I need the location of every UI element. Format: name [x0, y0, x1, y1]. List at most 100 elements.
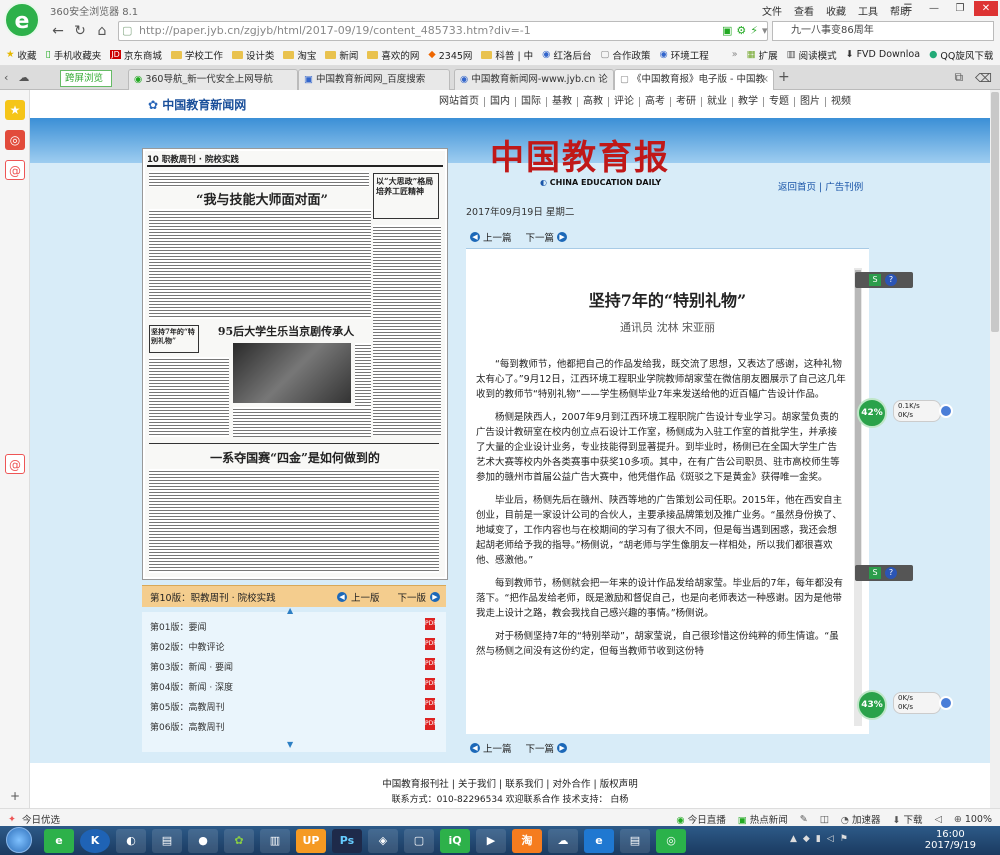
nav-home[interactable]: 网站首页 — [434, 97, 484, 107]
edition-link[interactable]: 第02版：中教评论 — [150, 640, 224, 653]
settings-icon[interactable]: ⚙ — [736, 24, 746, 37]
bookmark-qq[interactable]: ● QQ旋风下载 — [929, 48, 993, 62]
notepad-icon[interactable]: ▥ — [260, 829, 290, 853]
edition-link[interactable]: 第05版：高教周刊 — [150, 700, 224, 713]
leaf-icon[interactable]: ✿ — [224, 829, 254, 853]
edition-link[interactable]: 第01版：要闻 — [150, 620, 206, 633]
ie-icon[interactable]: e — [584, 829, 614, 853]
scroll-up-icon[interactable]: ▲ — [287, 606, 293, 615]
nav-video[interactable]: 视频 — [825, 97, 856, 107]
prev-edition-icon[interactable]: ◀ — [336, 591, 347, 602]
tab-scroll-left-icon[interactable]: ‹ — [4, 71, 8, 84]
favorites-star-icon[interactable]: ★ — [5, 100, 25, 120]
tab-paper[interactable]: ▢ 《中国教育报》电子版 - 中国教 × — [614, 69, 774, 90]
bookmark-kepu[interactable]: 科普 | 中 — [481, 48, 533, 62]
prev-article-icon[interactable]: ◀ — [470, 232, 480, 242]
hot-news-link[interactable]: ▣ 热点新闻 — [738, 812, 788, 826]
mail-icon[interactable]: @ — [5, 454, 25, 474]
refresh-icon[interactable]: ↻ — [70, 22, 90, 40]
pdf-icon[interactable]: PDF — [425, 618, 437, 630]
lightning-icon[interactable]: ⚡ — [750, 24, 758, 37]
bookmark-liked[interactable]: 喜欢的网 — [367, 48, 419, 62]
next-article-link[interactable]: 下一篇 — [526, 741, 555, 755]
top-links[interactable]: 返回首页 | 广告刊例 — [778, 179, 863, 193]
nav-kaoyan[interactable]: 考研 — [670, 97, 701, 107]
maximize-button[interactable]: ❐ — [948, 1, 972, 16]
nav-comment[interactable]: 评论 — [608, 97, 639, 107]
close-button[interactable]: ✕ — [974, 1, 998, 16]
menu-view[interactable]: 查看 — [794, 3, 814, 18]
chat-icon[interactable]: ◐ — [116, 829, 146, 853]
restore-icon[interactable]: ⧉ — [954, 70, 963, 85]
bookmark-favorites[interactable]: ★ 收藏 — [6, 48, 37, 62]
scroll-down-icon[interactable]: ▼ — [287, 740, 293, 749]
bookmark-fvd[interactable]: ⬇ FVD Downloa — [846, 49, 920, 60]
tools-icon[interactable]: ✎ — [800, 814, 808, 825]
pdf-icon[interactable]: PDF — [425, 678, 437, 690]
page-scroll-thumb[interactable] — [991, 92, 999, 332]
tab-360nav[interactable]: ◉ 360导航_新一代安全上网导航 — [128, 69, 298, 90]
zoom-level[interactable]: ⊕ 100% — [954, 814, 992, 825]
nav-topics[interactable]: 专题 — [763, 97, 794, 107]
next-article-link[interactable]: 下一篇 — [526, 230, 555, 244]
search-input[interactable]: 九一八事变86周年 — [772, 21, 994, 41]
skin-icon[interactable]: ☰ — [896, 1, 920, 16]
nav-higher-edu[interactable]: 高教 — [577, 97, 608, 107]
next-edition-link[interactable]: 下一版 — [397, 590, 426, 604]
ball-icon[interactable] — [939, 404, 953, 418]
nav-international[interactable]: 国际 — [515, 97, 546, 107]
prev-article-link[interactable]: 上一篇 — [483, 741, 512, 755]
qq-icon[interactable]: ● — [188, 829, 218, 853]
home-icon[interactable]: ⌂ — [92, 22, 112, 40]
taobao-icon[interactable]: 淘 — [512, 829, 542, 853]
pdf-icon[interactable]: PDF — [425, 698, 437, 710]
volume-icon[interactable]: ◁ — [827, 834, 834, 844]
new-tab-button[interactable]: + — [778, 69, 790, 85]
k-app-icon[interactable]: K — [80, 829, 110, 853]
clock[interactable]: 16:00 2017/9/19 — [925, 829, 976, 851]
explorer-icon[interactable]: ▤ — [620, 829, 650, 853]
cloud-icon[interactable]: ☁ — [18, 71, 29, 84]
nav-photos[interactable]: 图片 — [794, 97, 825, 107]
play-icon[interactable]: ▶ — [476, 829, 506, 853]
close-tab-icon[interactable]: × — [761, 70, 769, 89]
iqiyi-icon[interactable]: iQ — [440, 829, 470, 853]
newspaper-page-image[interactable]: 10 职教周刊 · 院校实践 “我与技能大师面对面” 以“大思政”格局培养工匠精… — [142, 148, 448, 580]
pdf-icon[interactable]: PDF — [425, 658, 437, 670]
nav-teaching[interactable]: 教学 — [732, 97, 763, 107]
bookmark-2345[interactable]: ◆ 2345网 — [428, 48, 472, 62]
safe-icon[interactable]: ▣ — [722, 24, 732, 37]
pdf-icon[interactable]: PDF — [425, 718, 437, 730]
folder-app-icon[interactable]: ▤ — [152, 829, 182, 853]
doc-icon[interactable]: ▢ — [404, 829, 434, 853]
site-logo[interactable]: ✿ 中国教育新闻网 — [148, 96, 246, 113]
bookmark-hongluo[interactable]: ◉ 红洛后台 — [542, 48, 591, 62]
help-icon[interactable]: ? — [885, 567, 897, 579]
flag-icon[interactable]: ⚑ — [840, 834, 848, 844]
up-app-icon[interactable]: UP — [296, 829, 326, 853]
url-input[interactable]: http://paper.jyb.cn/zgjyb/html/2017-09/1… — [118, 21, 768, 41]
sound-icon[interactable]: ◁ — [935, 814, 942, 825]
capture-icon[interactable]: ◫ — [820, 814, 829, 825]
bookmark-env[interactable]: ◉ 环境工程 — [659, 48, 708, 62]
nav-basic-edu[interactable]: 基教 — [546, 97, 577, 107]
edition-link[interactable]: 第04版：新闻 · 深度 — [150, 680, 233, 693]
ball-icon[interactable] — [939, 696, 953, 710]
dropdown-icon[interactable]: ▾ — [762, 24, 768, 37]
tab-baidu[interactable]: ▣ 中国教育新闻网_百度搜索 — [298, 69, 450, 90]
network-icon[interactable]: ▮ — [816, 834, 821, 844]
floating-toolbar[interactable]: S? — [855, 272, 913, 288]
net-speed-widget[interactable]: 43% 0K/s 0K/s — [857, 690, 953, 720]
accelerator-link[interactable]: ◔ 加速器 — [841, 812, 881, 826]
wechat-icon[interactable]: ◎ — [656, 829, 686, 853]
download-link[interactable]: ⬇ 下载 — [893, 812, 923, 826]
nav-jobs[interactable]: 就业 — [701, 97, 732, 107]
pdf-icon[interactable]: PDF — [425, 638, 437, 650]
floating-toolbar[interactable]: S? — [855, 565, 913, 581]
live-link[interactable]: ◉ 今日直播 — [676, 812, 725, 826]
today-picks[interactable]: 今日优选 — [22, 812, 60, 826]
next-edition-icon[interactable]: ▶ — [430, 591, 440, 602]
bookmark-taobao[interactable]: 淘宝 — [283, 48, 316, 62]
media-icon[interactable]: ◈ — [368, 829, 398, 853]
tab-jyb[interactable]: ◉ 中国教育新闻网-www.jyb.cn 论 — [454, 69, 614, 90]
